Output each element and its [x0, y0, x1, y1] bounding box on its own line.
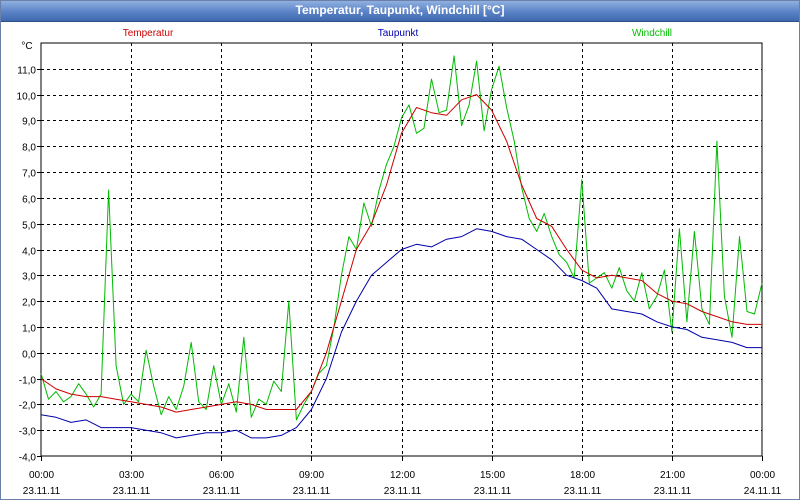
x-tick-time-label: 00:00: [750, 470, 775, 481]
y-tick-label: 5,0: [22, 221, 36, 232]
x-tick-date-label: 23.11.11: [474, 486, 512, 497]
x-tick-date-label: 23.11.11: [654, 486, 692, 497]
y-tick-label: 3,0: [22, 272, 36, 283]
y-tick-label: 10,0: [17, 92, 37, 103]
x-tick-date-label: 23.11.11: [203, 486, 241, 497]
y-tick-label: 0,0: [22, 350, 36, 361]
x-tick-date-label: 23.11.11: [113, 486, 151, 497]
y-tick-label: 9,0: [22, 117, 36, 128]
y-tick-label: -1,0: [19, 376, 37, 387]
x-tick-time-label: 06:00: [209, 470, 234, 481]
legend-windchill: Windchill: [632, 28, 672, 39]
y-tick-label: -4,0: [19, 453, 37, 464]
y-tick-label: -3,0: [19, 427, 37, 438]
y-axis-label: °C: [21, 41, 32, 52]
line-chart: -4,0 -3,0 -2,0 -1,0 0,0 1,0 2,0 3,0 4,0 5,0 6,0 7,0…: [17, 28, 782, 497]
x-tick-time-label: 09:00: [299, 470, 324, 481]
x-tick-date-label: 23.11.11: [564, 486, 602, 497]
y-tick-label: 7,0: [22, 169, 36, 180]
x-tick-time-label: 21:00: [660, 470, 685, 481]
x-tick-date-label: 24.11.11: [744, 486, 782, 497]
y-tick-label: 8,0: [22, 143, 36, 154]
series-line-windchill: [40, 55, 763, 421]
y-tick-label: 2,0: [22, 298, 36, 309]
x-tick-time-label: 18:00: [570, 470, 595, 481]
legend-temperatur: Temperatur: [123, 28, 174, 39]
x-tick-time-label: 03:00: [119, 470, 144, 481]
x-tick-time-label: 12:00: [390, 470, 415, 481]
x-tick-time-label: 00:00: [29, 470, 54, 481]
y-tick-label: 1,0: [22, 324, 36, 335]
legend-taupunkt: Taupunkt: [378, 28, 419, 39]
x-tick-date-label: 23.11.11: [293, 486, 331, 497]
x-tick-time-label: 15:00: [480, 470, 505, 481]
y-tick-label: 11,0: [17, 66, 36, 77]
y-tick-label: -2,0: [19, 401, 37, 412]
x-tick-date-label: 23.11.11: [23, 486, 61, 497]
series-line-taupunkt: [40, 228, 762, 439]
y-tick-label: 6,0: [22, 195, 36, 206]
y-tick-label: 4,0: [22, 247, 36, 258]
x-tick-date-label: 23.11.11: [384, 486, 422, 497]
